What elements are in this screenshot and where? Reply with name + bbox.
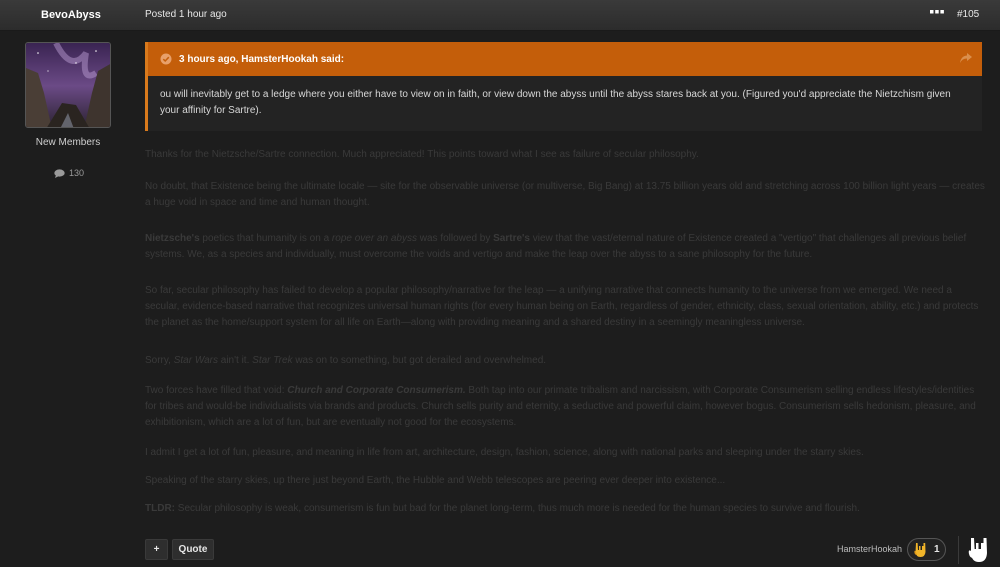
text-span: was followed by xyxy=(416,233,494,244)
paragraph: No doubt, that Existence being the ultim… xyxy=(145,181,985,208)
reaction-summary[interactable]: 1 xyxy=(907,538,946,561)
post-header: BevoAbyss Posted 1 hour ago #105 xyxy=(0,0,1000,31)
rock-hand-icon xyxy=(914,542,926,557)
italic-text: rope over an abyss xyxy=(331,233,417,244)
member-rank: New Members xyxy=(35,137,101,148)
quote-citation: 3 hours ago, HamsterHookah said: xyxy=(179,53,345,65)
bold-text: TLDR: xyxy=(145,503,175,514)
text-span: was on to something, but got derailed an… xyxy=(292,355,547,366)
author-name[interactable]: BevoAbyss xyxy=(41,9,101,21)
ellipsis-icon[interactable] xyxy=(930,8,944,18)
speech-bubble-icon xyxy=(54,168,65,178)
paragraph: TLDR: Secular philosophy is weak, consum… xyxy=(145,501,985,517)
paragraph: I admit I get a lot of fun, pleasure, an… xyxy=(145,447,864,458)
quote-block: 3 hours ago, HamsterHookah said: ou will… xyxy=(145,42,982,131)
paragraph: Two forces have filled that void: Church… xyxy=(145,383,985,431)
italic-text: Star Wars xyxy=(173,355,218,366)
paragraph: Thanks for the Nietzsche/Sartre connecti… xyxy=(145,149,699,160)
text-span: poetics that humanity is on a xyxy=(199,233,332,244)
post-number-link[interactable]: #105 xyxy=(957,9,979,20)
divider xyxy=(958,536,959,564)
paragraph: So far, secular philosophy has failed to… xyxy=(145,285,979,328)
bold-text: Nietzsche's xyxy=(145,233,200,244)
reaction-user[interactable]: HamsterHookah xyxy=(837,544,902,554)
text-span: Sorry, xyxy=(145,355,174,366)
post-count-value: 130 xyxy=(69,168,85,178)
text-span: Secular philosophy is weak, consumerism … xyxy=(175,503,860,514)
paragraph: Sorry, Star Wars ain't it. Star Trek was… xyxy=(145,353,985,369)
bold-italic-text: Church and Corporate Consumerism. xyxy=(287,385,466,396)
multiquote-button[interactable]: + xyxy=(145,539,168,560)
text-span: ain't it. xyxy=(218,355,253,366)
post-timestamp[interactable]: Posted 1 hour ago xyxy=(145,9,227,20)
quote-text: ou will inevitably get to a ledge where … xyxy=(148,76,982,131)
post-count: 130 xyxy=(54,168,84,178)
italic-text: Star Trek xyxy=(252,355,293,366)
reaction-count: 1 xyxy=(934,544,940,555)
paragraph: Speaking of the starry skies, up there j… xyxy=(145,475,726,486)
rock-hand-icon[interactable] xyxy=(966,536,992,564)
check-circle-icon xyxy=(160,53,172,65)
share-icon[interactable] xyxy=(960,53,972,63)
quote-header[interactable]: 3 hours ago, HamsterHookah said: xyxy=(148,42,982,76)
bold-text: Sartre's xyxy=(493,233,530,244)
text-span: Two forces have filled that void: xyxy=(145,385,288,396)
avatar[interactable] xyxy=(25,42,111,128)
paragraph: Nietzsche's poetics that humanity is on … xyxy=(145,231,985,263)
quote-button[interactable]: Quote xyxy=(172,539,214,560)
